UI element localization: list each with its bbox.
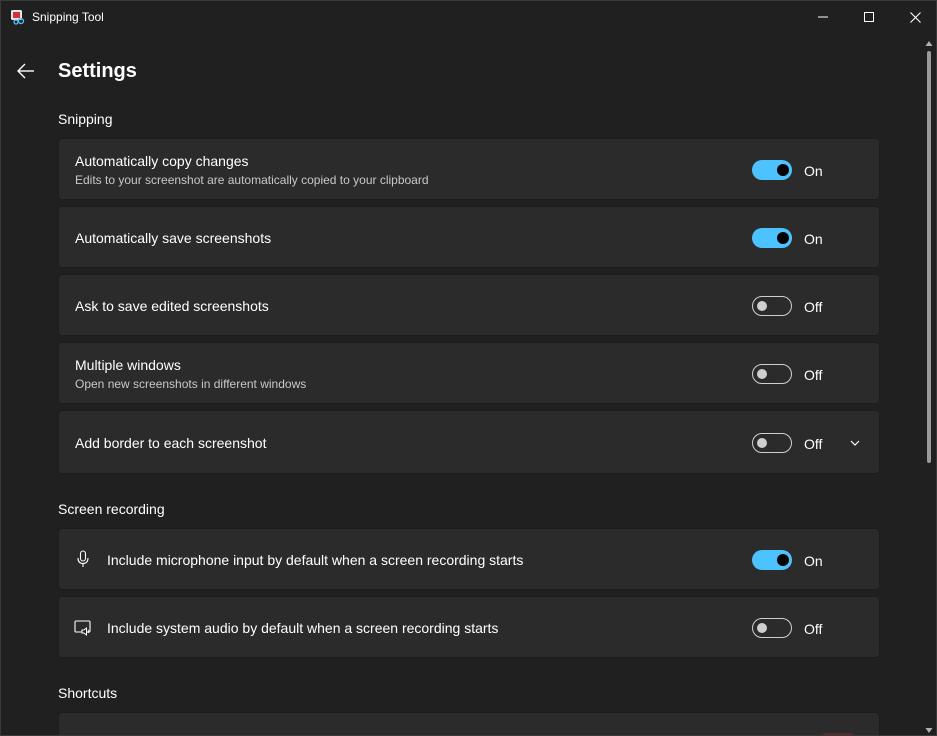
maximize-button[interactable] (846, 1, 892, 33)
toggle-state-label: On (804, 231, 823, 247)
setting-label: Include system audio by default when a s… (107, 620, 499, 636)
auto-save-toggle[interactable] (752, 228, 792, 248)
add-border-toggle[interactable] (752, 433, 792, 453)
setting-card-auto-copy: Automatically copy changes Edits to your… (58, 138, 880, 200)
setting-card-shortcut (58, 712, 880, 735)
setting-label: Ask to save edited screenshots (75, 298, 269, 314)
setting-card-system-audio: Include system audio by default when a s… (58, 596, 880, 658)
toggle-state-label: Off (804, 621, 823, 637)
setting-card-auto-save: Automatically save screenshots On (58, 206, 880, 268)
toggle-state-label: On (804, 553, 823, 569)
microphone-icon (73, 549, 93, 569)
maximize-icon (864, 12, 874, 22)
toggle-state-label: Off (804, 299, 823, 315)
back-button[interactable] (9, 56, 43, 86)
close-button[interactable] (892, 1, 936, 33)
setting-label: Include microphone input by default when… (107, 552, 524, 568)
setting-description: Open new screenshots in different window… (75, 377, 307, 391)
setting-label: Automatically copy changes (75, 153, 249, 169)
multiple-windows-toggle[interactable] (752, 364, 792, 384)
setting-label: Add border to each screenshot (75, 435, 267, 451)
app-window: Snipping Tool Settings Snipping Automati… (0, 0, 937, 736)
page-title: Settings (58, 60, 137, 82)
minimize-icon (818, 16, 828, 18)
setting-label: Multiple windows (75, 357, 181, 373)
back-arrow-icon (17, 63, 34, 79)
toggle-state-label: Off (804, 367, 823, 383)
setting-description: Edits to your screenshot are automatical… (75, 173, 429, 187)
auto-copy-toggle[interactable] (752, 160, 792, 180)
title-bar: Snipping Tool (1, 1, 936, 33)
chevron-down-icon[interactable] (847, 435, 863, 451)
section-title-snipping: Snipping (58, 111, 113, 127)
snipping-tool-icon (10, 9, 26, 25)
system-audio-icon (73, 618, 93, 638)
setting-card-microphone: Include microphone input by default when… (58, 528, 880, 590)
toggle-state-label: On (804, 163, 823, 179)
section-title-shortcuts: Shortcuts (58, 685, 118, 701)
section-title-screen-recording: Screen recording (58, 501, 165, 517)
setting-label: Automatically save screenshots (75, 230, 272, 246)
system-audio-toggle[interactable] (752, 618, 792, 638)
scroll-down-arrow-icon[interactable] (925, 721, 933, 735)
setting-card-add-border[interactable]: Add border to each screenshot Off (58, 410, 880, 474)
minimize-button[interactable] (800, 1, 846, 33)
ask-to-save-toggle[interactable] (752, 296, 792, 316)
toggle-state-label: Off (804, 436, 823, 452)
window-title: Snipping Tool (32, 10, 104, 24)
microphone-toggle[interactable] (752, 550, 792, 570)
close-icon (909, 11, 921, 23)
scrollbar-thumb[interactable] (927, 51, 931, 463)
vertical-scrollbar[interactable] (923, 35, 935, 735)
setting-card-multiple-windows: Multiple windows Open new screenshots in… (58, 342, 880, 404)
setting-card-ask-to-save: Ask to save edited screenshots Off (58, 274, 880, 336)
